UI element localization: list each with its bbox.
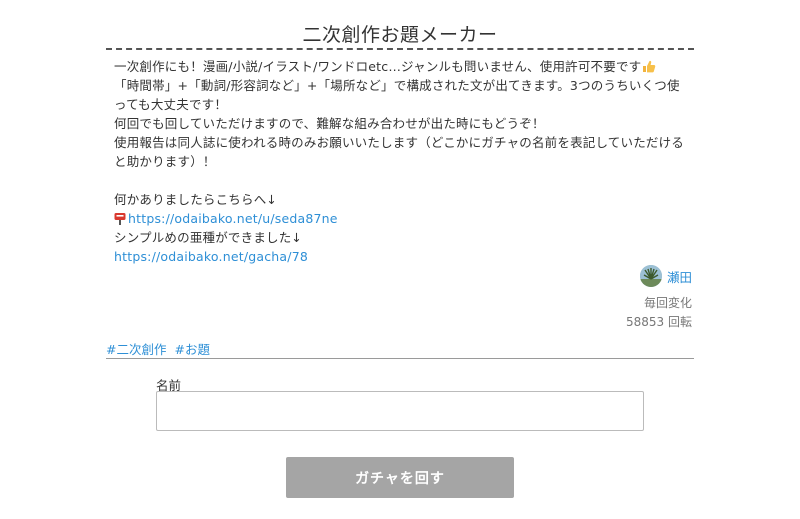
page-title: 二次創作お題メーカー xyxy=(302,24,498,46)
author-link[interactable]: 瀬田 xyxy=(639,265,692,287)
odaibako-gacha-link[interactable]: https://odaibako.net/gacha/78 xyxy=(114,249,308,264)
mailbox-icon xyxy=(114,213,126,225)
description-line-3: 何回でも回していただけますので、難解な組み合わせが出た時にもどうぞ！ xyxy=(114,116,545,131)
description-link-line-2: https://odaibako.net/gacha/78 xyxy=(114,247,686,266)
description-line-2: 「時間帯」+「動詞/形容詞など」+「場所など」で構成された文が出てきます。3つの… xyxy=(114,78,680,112)
spin-count: 58853 回転 xyxy=(626,315,692,329)
gacha-description: 一次創作にも！漫画/小説/イラスト/ワンドロetc…ジャンルも問いません、使用許… xyxy=(114,57,686,266)
name-input[interactable] xyxy=(156,391,644,431)
tag-niji-sousaku[interactable]: #二次創作 xyxy=(106,339,166,358)
description-line-1: 一次創作にも！漫画/小説/イラスト/ワンドロetc…ジャンルも問いません、使用許… xyxy=(114,57,686,76)
author-name[interactable]: 瀬田 xyxy=(667,267,692,286)
tag-list: #二次創作 #お題 xyxy=(106,339,210,358)
description-line-5: 何かありましたらこちらへ↓ xyxy=(114,192,278,207)
odaibako-user-link[interactable]: https://odaibako.net/u/seda87ne xyxy=(128,211,338,226)
avatar[interactable] xyxy=(639,265,662,287)
title-divider xyxy=(106,48,694,50)
description-blank xyxy=(114,171,686,190)
spin-gacha-button[interactable]: ガチャを回す xyxy=(286,457,514,498)
section-divider xyxy=(106,358,694,359)
description-line-6: シンプルめの亜種ができました↓ xyxy=(114,230,303,245)
thumbs-up-icon xyxy=(643,60,656,73)
description-link-line-1: https://odaibako.net/u/seda87ne xyxy=(114,209,686,228)
description-line-4: 使用報告は同人誌に使われる時のみお願いいたします（どこかにガチャの名前を表記して… xyxy=(114,135,685,169)
result-change-label: 毎回変化 xyxy=(643,296,692,310)
tag-odai[interactable]: #お題 xyxy=(174,339,209,358)
